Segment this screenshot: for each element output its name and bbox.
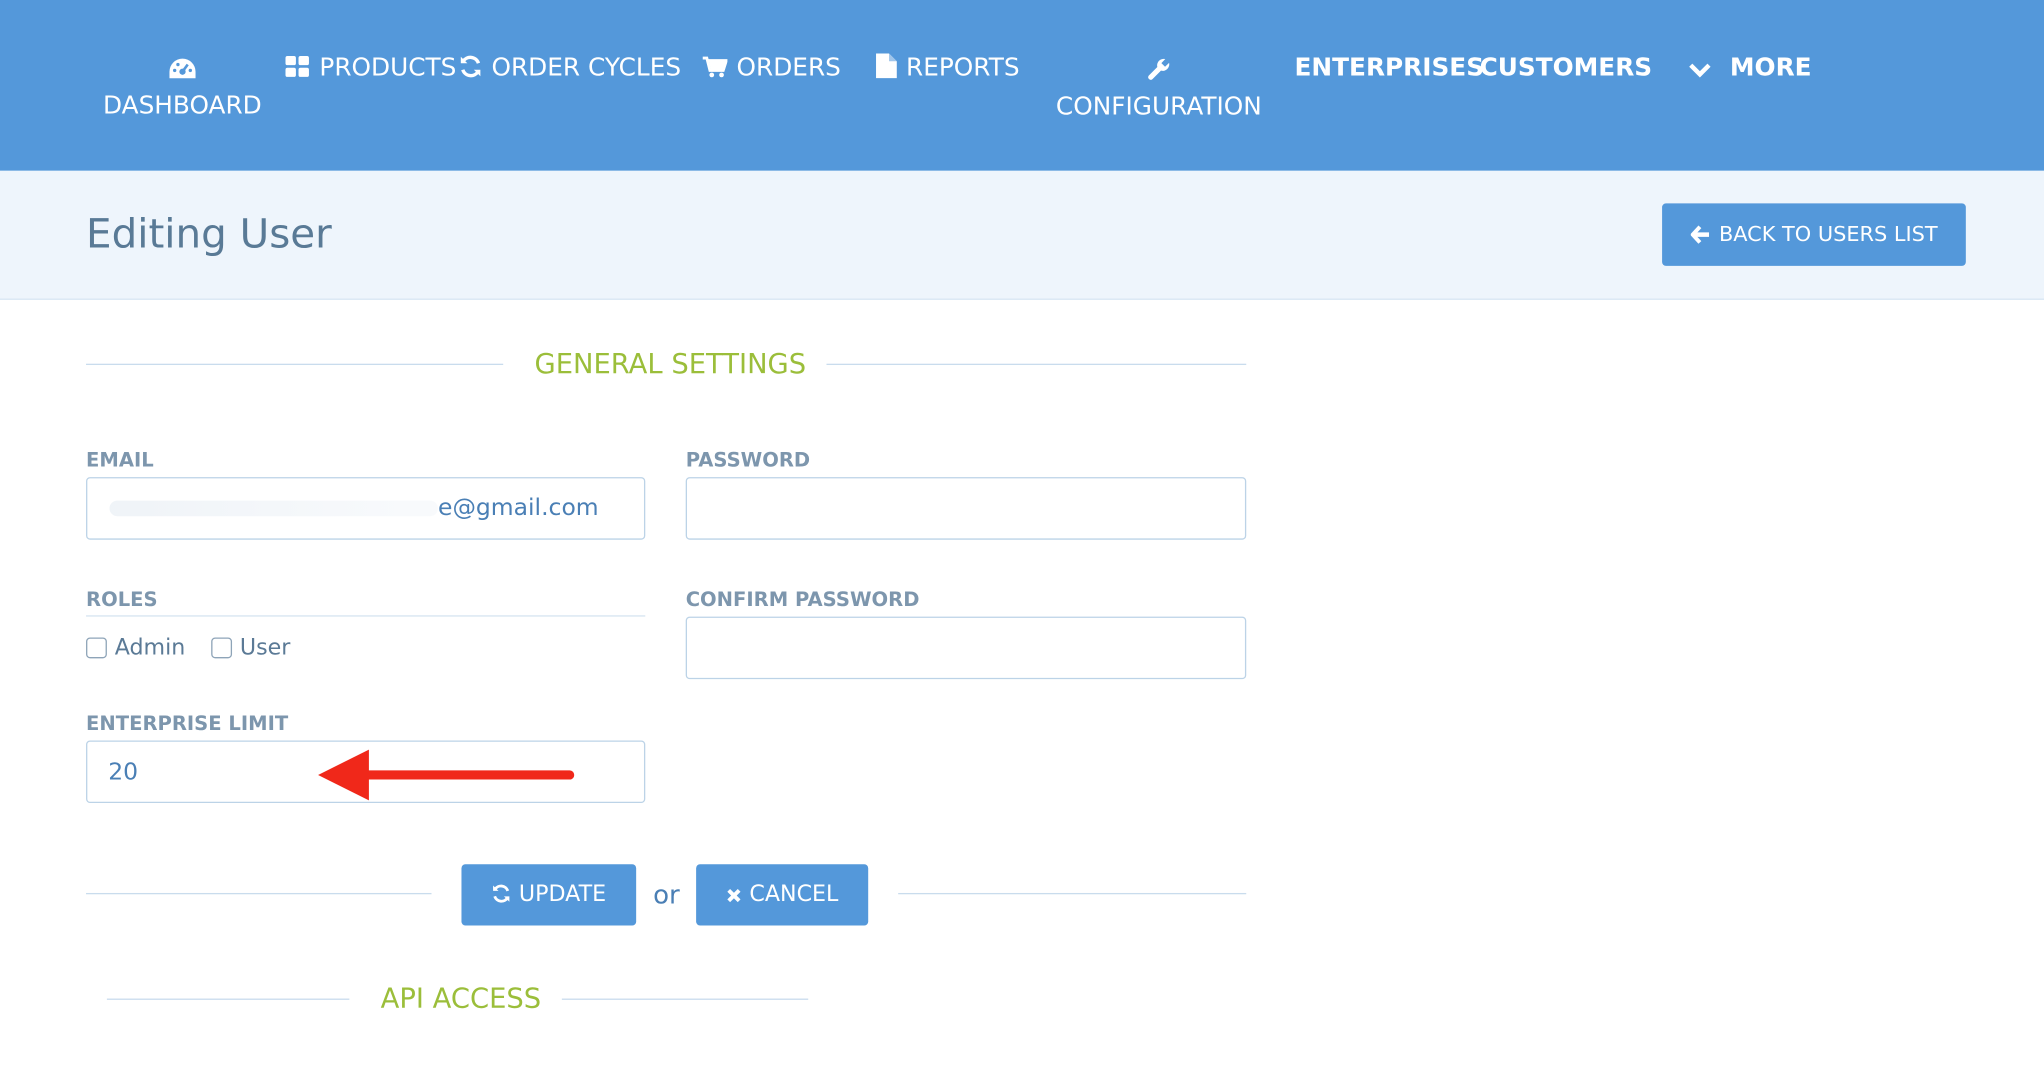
nav-label: REPORTS (906, 53, 1020, 83)
nav-label: ENTERPRISES (1294, 53, 1485, 83)
nav-label: ORDER CYCLES (491, 53, 682, 83)
section-divider (826, 363, 1247, 366)
nav-item-order-cycles[interactable]: ORDER CYCLES (459, 53, 681, 84)
nav-item-more[interactable]: MORE (1688, 53, 1812, 85)
password-field[interactable] (685, 477, 1247, 540)
refresh-icon (491, 867, 511, 928)
confirm-password-field[interactable] (685, 616, 1247, 680)
or-text: or (653, 878, 680, 910)
section-divider (106, 998, 350, 1000)
nav-item-customers[interactable]: CUSTOMERS (1480, 53, 1653, 82)
confirm-password-label: CONFIRM PASSWORD (685, 587, 920, 612)
chevron-down-icon (1688, 56, 1711, 85)
back-to-users-list-button[interactable]: BACK TO USERS LIST (1662, 203, 1966, 266)
update-button[interactable]: UPDATE (461, 864, 637, 928)
admin-checkbox[interactable] (86, 637, 107, 659)
section-divider (561, 998, 809, 1000)
nav-item-reports[interactable]: REPORTS (876, 53, 1020, 84)
general-settings-title: GENERAL SETTINGS (534, 348, 807, 380)
refresh-icon (459, 55, 482, 85)
section-divider (86, 363, 504, 366)
back-button-label: BACK TO USERS LIST (1718, 221, 1938, 247)
roles-underline (86, 615, 646, 617)
nav-item-enterprises[interactable]: ENTERPRISES (1294, 53, 1484, 82)
email-label: EMAIL (86, 448, 154, 472)
user-checkbox-label: User (239, 634, 291, 661)
page-title: Editing User (86, 211, 332, 259)
nav-label: MORE (1729, 53, 1812, 83)
nav-label: ORDERS (736, 53, 841, 83)
dashboard-icon (103, 57, 262, 86)
nav-label: DASHBOARD (102, 91, 262, 120)
api-access-title: API ACCESS (380, 982, 542, 1015)
nav-item-configuration[interactable]: CONFIGURATION (1056, 57, 1262, 121)
nav-item-products[interactable]: PRODUCTS (285, 53, 456, 84)
top-navigation: DASHBOARD PRODUCTS ORDER CYCLES ORDERS R… (0, 0, 2044, 171)
password-label: PASSWORD (685, 448, 811, 472)
wrench-icon (1056, 57, 1262, 87)
arrow-left-icon (1689, 206, 1710, 269)
email-redaction (109, 500, 439, 517)
update-button-label: UPDATE (518, 881, 607, 908)
cart-icon (702, 56, 729, 85)
roles-label: ROLES (86, 587, 158, 612)
cancel-button[interactable]: CANCEL (696, 864, 869, 928)
file-icon (876, 53, 897, 84)
annotation-arrow (318, 749, 575, 801)
nav-item-dashboard[interactable]: DASHBOARD (103, 57, 262, 120)
admin-checkbox-label: Admin (114, 634, 186, 661)
nav-label: PRODUCTS (319, 53, 457, 83)
cancel-button-label: CANCEL (749, 881, 839, 908)
email-value: e@gmail.com (438, 494, 599, 522)
actions-divider (86, 892, 432, 895)
user-checkbox[interactable] (211, 637, 233, 659)
grid-icon (285, 56, 310, 85)
close-icon (726, 867, 742, 928)
actions-divider (898, 892, 1247, 895)
nav-label: CUSTOMERS (1479, 53, 1653, 83)
enterprise-limit-label: ENTERPRISE LIMIT (86, 711, 289, 736)
nav-item-orders[interactable]: ORDERS (702, 53, 841, 85)
nav-label: CONFIGURATION (1055, 92, 1262, 122)
